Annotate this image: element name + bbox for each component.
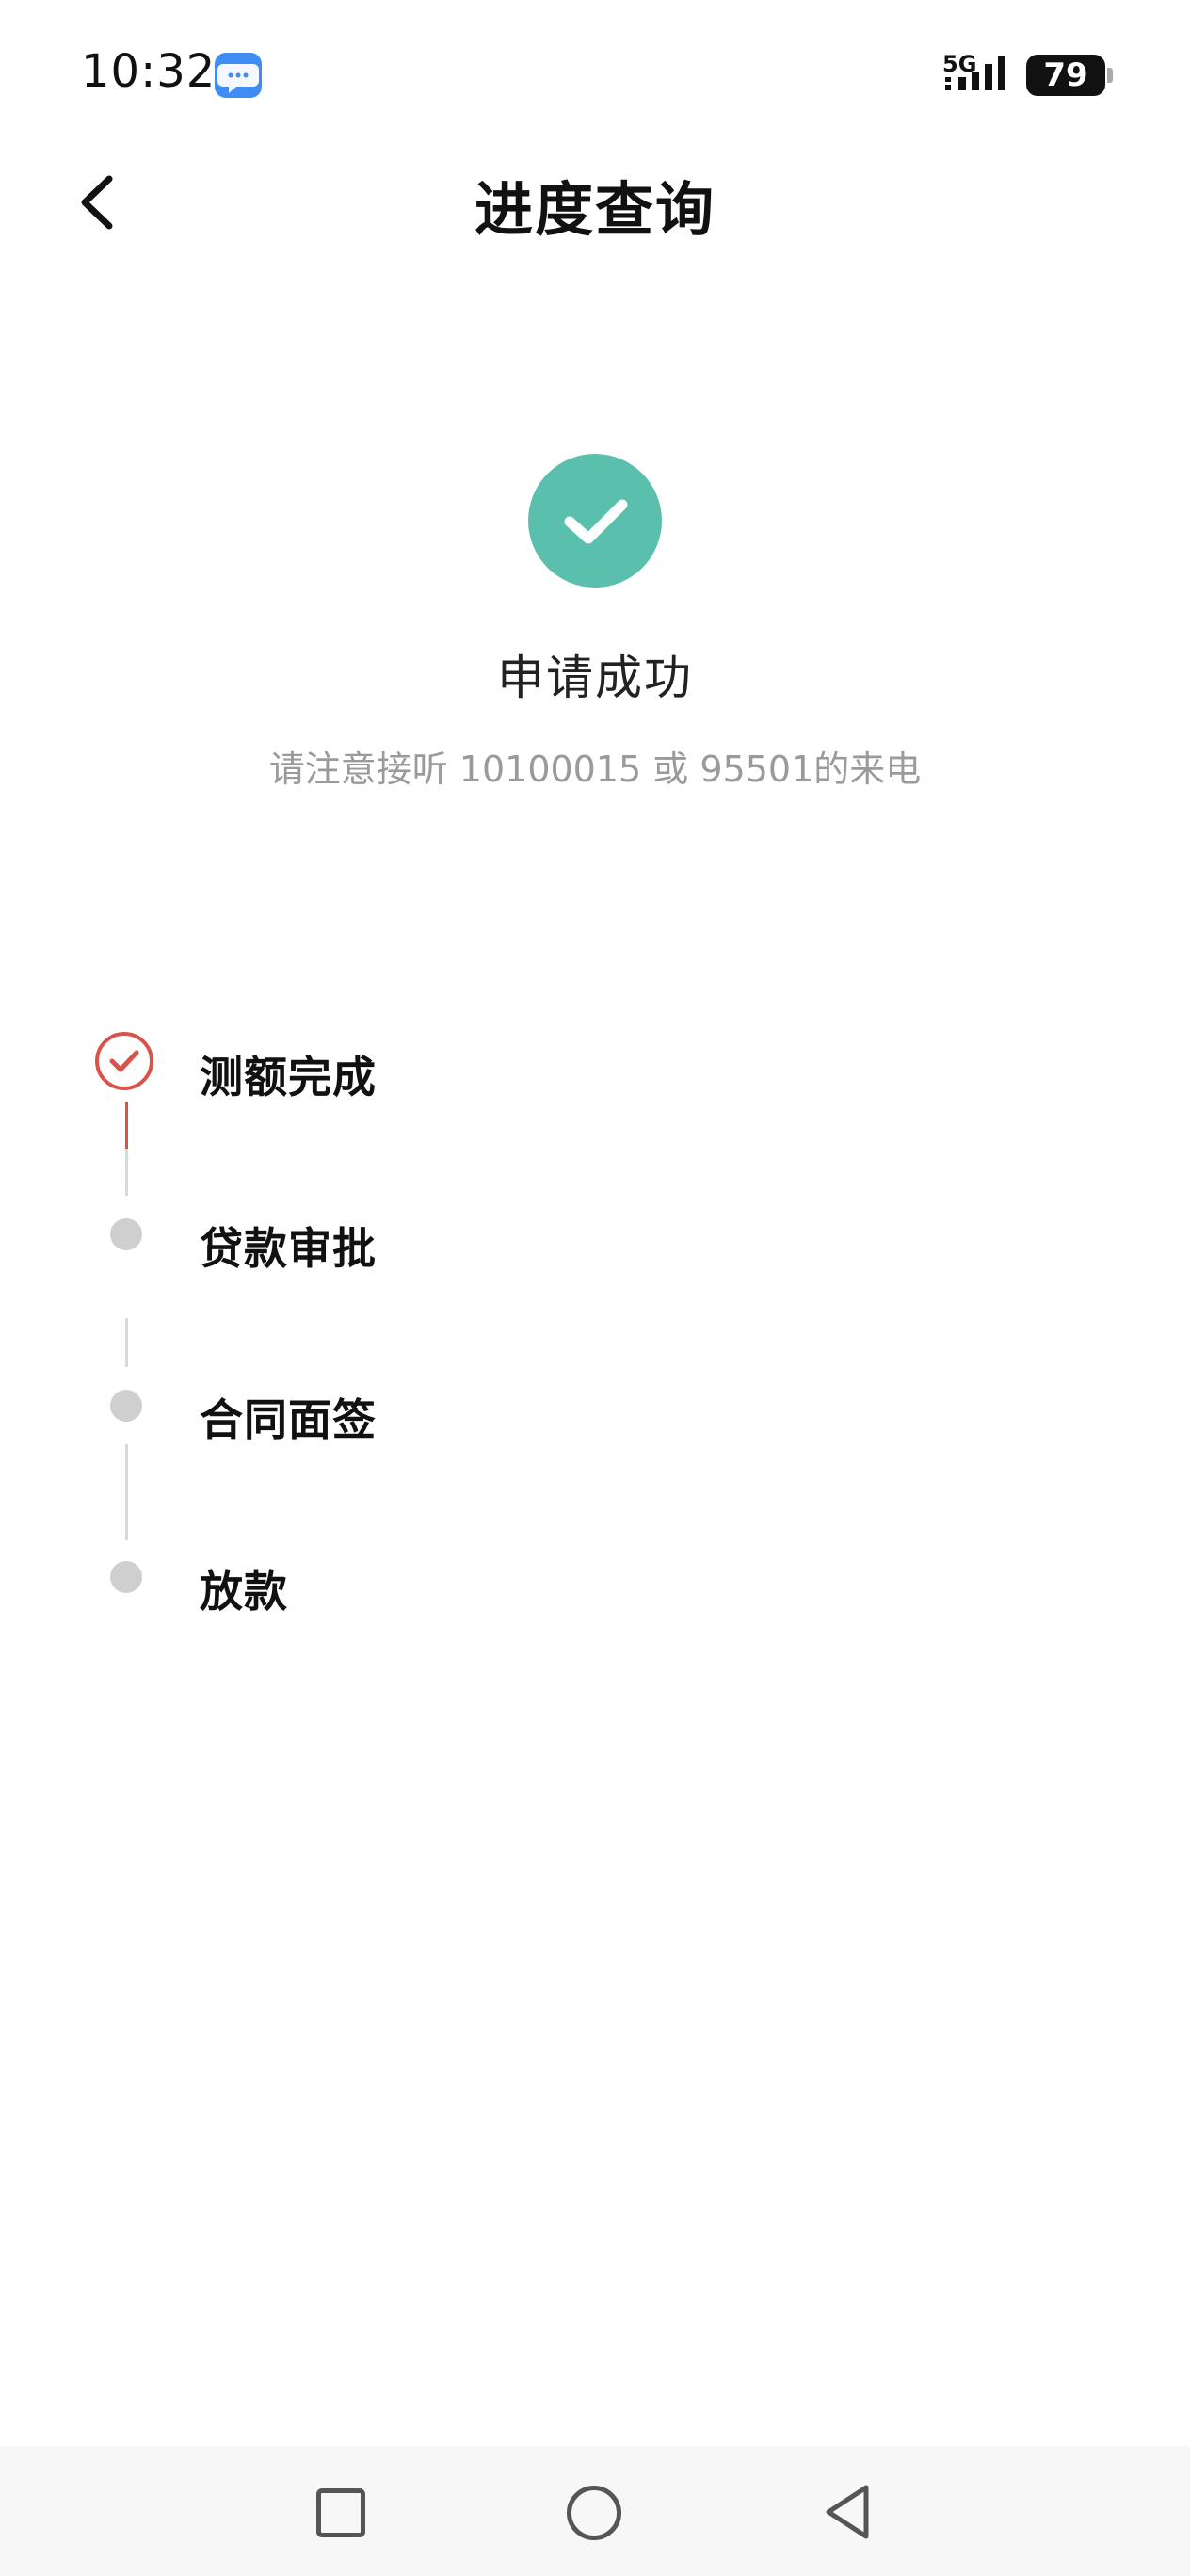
timeline-line — [125, 1318, 128, 1367]
signal-strength-icon — [945, 56, 1005, 90]
circle-home-icon[interactable] — [567, 2486, 621, 2540]
square-recents-icon[interactable] — [316, 2488, 365, 2537]
step-done-check-icon — [95, 1032, 153, 1090]
timeline-line-done — [125, 1102, 128, 1149]
status-time: 10:32 — [81, 45, 217, 98]
message-bubble-icon — [215, 53, 262, 98]
step-pending-dot — [110, 1561, 142, 1593]
timeline-line — [125, 1444, 128, 1540]
step-label-1: 测额完成 — [200, 1052, 377, 1103]
step-label-4: 放款 — [200, 1566, 288, 1617]
status-bar: 10:32 5G 79 — [0, 0, 1190, 132]
step-label-2: 贷款审批 — [200, 1223, 377, 1274]
battery-level: 79 — [1026, 55, 1105, 96]
triangle-back-icon[interactable] — [821, 2482, 874, 2542]
battery-tip — [1107, 68, 1113, 83]
step-pending-dot — [110, 1218, 142, 1250]
check-circle-icon — [528, 454, 662, 588]
step-pending-dot — [110, 1390, 142, 1422]
timeline-line — [125, 1149, 128, 1196]
result-title: 申请成功 — [497, 651, 693, 705]
step-label-3: 合同面签 — [200, 1394, 377, 1445]
page-title: 进度查询 — [474, 175, 716, 244]
result-subtitle: 请注意接听 10100015 或 95501的来电 — [268, 749, 922, 790]
